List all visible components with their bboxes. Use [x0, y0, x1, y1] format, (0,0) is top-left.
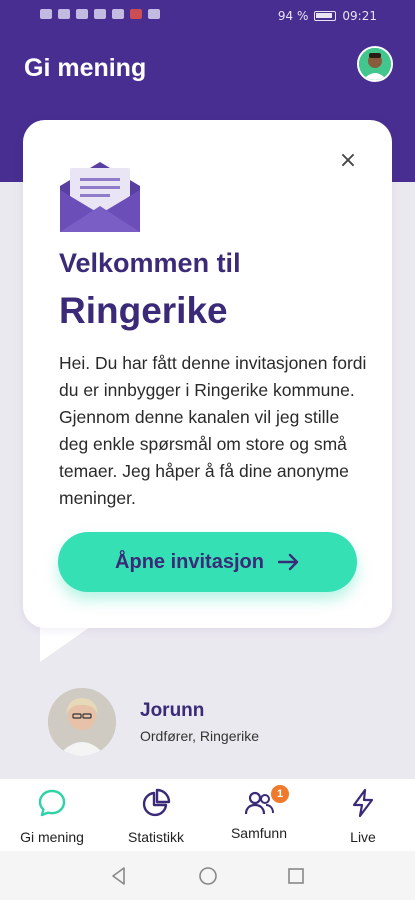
notification-icon: [112, 9, 124, 19]
status-icons-right: 94 % 09:21: [278, 9, 377, 23]
sender-role: Ordfører, Ringerike: [140, 728, 260, 744]
nav-label-statistikk: Statistikk: [127, 829, 184, 845]
open-invitation-button[interactable]: Åpne invitasjon: [58, 532, 357, 592]
bottom-nav: Gi mening Statistikk 1 Samfunn Live: [0, 779, 415, 851]
home-icon[interactable]: [197, 865, 219, 887]
open-invitation-label: Åpne invitasjon: [115, 550, 264, 573]
nav-item-gi-mening[interactable]: Gi mening: [0, 787, 104, 845]
nfc-icon: [40, 9, 52, 19]
wifi-icon: [76, 9, 88, 19]
battery-icon: [314, 11, 337, 21]
phone-icon: [148, 9, 160, 19]
avatar-icon: [359, 48, 391, 80]
clock: 09:21: [342, 9, 377, 23]
municipality-name: Ringerike: [59, 290, 228, 331]
arrow-right-icon: [277, 553, 299, 571]
nav-item-statistikk[interactable]: Statistikk: [104, 787, 208, 845]
alarm-icon: [94, 9, 106, 19]
invitation-text: Hei. Du har fått denne invitasjonen ford…: [59, 353, 367, 508]
nav-label-samfunn: Samfunn: [230, 825, 288, 841]
close-icon: ×: [338, 148, 358, 173]
status-bar: 94 % 09:21: [0, 0, 415, 34]
notification-badge: 1: [271, 785, 289, 803]
nav-label-gi-mening: Gi mening: [20, 829, 84, 845]
chat-bubble-icon: [38, 789, 66, 817]
battery-percent: 94 %: [277, 9, 309, 23]
lightning-icon: [352, 788, 374, 818]
sender-photo-icon: [48, 688, 116, 756]
nav-label-live: Live: [350, 829, 376, 845]
back-icon[interactable]: [108, 865, 130, 887]
pie-chart-icon: [142, 788, 171, 817]
signal-icon: [58, 9, 70, 19]
nav-item-samfunn[interactable]: 1 Samfunn: [207, 785, 311, 841]
sender-name: Jorunn: [140, 700, 205, 721]
envelope-icon: [60, 162, 140, 232]
system-nav-bar: [0, 851, 415, 900]
user-avatar[interactable]: [357, 46, 393, 82]
status-icons-left: [40, 9, 160, 19]
invitation-card: × Velkommen til Ringerike Hei. Du har få…: [23, 120, 392, 628]
page-title: Gi mening: [24, 54, 147, 82]
recents-icon[interactable]: [285, 865, 307, 887]
welcome-heading: Velkommen til: [59, 248, 241, 278]
close-button[interactable]: ×: [337, 150, 359, 172]
sender-avatar: [48, 688, 116, 756]
nav-item-live[interactable]: Live: [311, 787, 415, 845]
app-notification-icon: [130, 9, 142, 19]
